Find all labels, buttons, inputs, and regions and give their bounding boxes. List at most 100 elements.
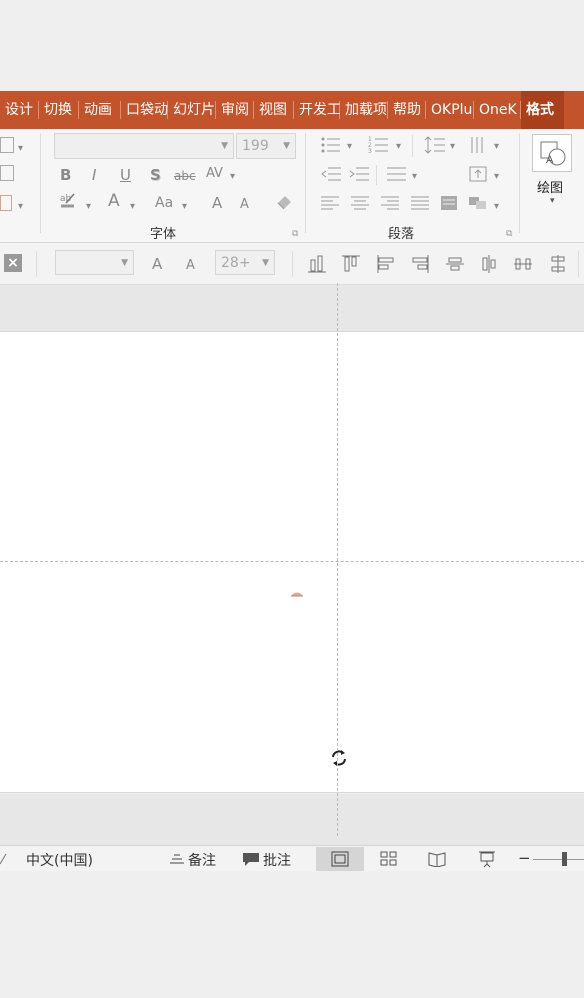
chevron-down-icon[interactable]: ▾ <box>494 137 499 157</box>
divider <box>36 251 37 277</box>
divider <box>578 251 579 277</box>
divider <box>376 165 377 185</box>
align-left-objects-icon[interactable] <box>376 254 396 274</box>
numbering-icon[interactable]: 123 <box>368 135 390 155</box>
chevron-down-icon[interactable]: ▾ <box>182 197 187 217</box>
align-middle-icon[interactable] <box>445 254 465 274</box>
vertical-guide[interactable] <box>337 283 338 836</box>
normal-view-button[interactable] <box>316 847 364 871</box>
chevron-down-icon[interactable]: ▾ <box>494 167 499 187</box>
strikethrough-button[interactable]: abc <box>174 166 196 186</box>
align-right-icon[interactable] <box>380 195 400 211</box>
shadow-button[interactable]: S <box>150 165 161 185</box>
clear-formatting-icon[interactable] <box>274 193 294 211</box>
chevron-down-icon: ▼ <box>121 258 128 268</box>
reading-view-icon[interactable] <box>428 851 446 867</box>
tab-slideshow[interactable]: 幻灯片 <box>168 91 216 129</box>
normal-view-icon <box>331 851 349 867</box>
shrink-font-button[interactable]: A <box>240 195 249 215</box>
paste-icon[interactable] <box>0 137 14 153</box>
justify-icon[interactable] <box>410 195 430 211</box>
tab-review[interactable]: 审阅 <box>216 91 254 129</box>
increase-indent-icon[interactable] <box>348 165 370 183</box>
bullets-icon[interactable] <box>320 135 342 155</box>
tab-developer[interactable]: 开发工 <box>294 91 340 129</box>
tab-add-ins[interactable]: 加载项 <box>340 91 388 129</box>
line-spacing-icon[interactable] <box>424 135 446 155</box>
zoom-out-button[interactable]: − <box>518 849 531 867</box>
columns-icon[interactable] <box>386 165 408 183</box>
tab-transitions[interactable]: 切换 <box>39 91 79 129</box>
character-spacing-button[interactable]: AV <box>206 164 223 184</box>
tab-onekey[interactable]: OneK <box>474 91 521 129</box>
change-case-button[interactable]: Aa <box>155 193 173 213</box>
decrease-indent-icon[interactable] <box>320 165 342 183</box>
dialog-launcher-icon[interactable]: ⧉ <box>506 229 512 239</box>
chevron-down-icon[interactable]: ▾ <box>412 167 417 187</box>
distributed-icon[interactable] <box>440 195 458 211</box>
bold-button[interactable]: B <box>60 165 71 185</box>
align-top-icon[interactable] <box>341 254 361 274</box>
close-icon[interactable]: × <box>4 254 22 272</box>
format-painter-icon[interactable] <box>0 195 12 211</box>
text-direction-icon[interactable] <box>468 135 488 155</box>
distribute-horizontal-icon[interactable] <box>513 254 533 274</box>
toolbar-grow-font-button[interactable]: A <box>152 254 162 274</box>
align-text-icon[interactable] <box>468 165 488 183</box>
align-center-icon[interactable] <box>350 195 370 211</box>
tab-format[interactable]: 格式 <box>521 91 564 129</box>
italic-button[interactable]: I <box>92 165 96 185</box>
tab-help[interactable]: 帮助 <box>388 91 426 129</box>
highlight-icon[interactable]: ab <box>58 191 78 209</box>
slide-canvas[interactable] <box>0 331 584 793</box>
zoom-slider-track[interactable] <box>533 859 584 860</box>
divider <box>292 251 293 277</box>
accessibility-icon[interactable] <box>0 852 8 866</box>
toolbar-font-combo[interactable]: ▼ <box>55 250 134 275</box>
copy-icon[interactable] <box>0 165 14 181</box>
font-name-combo[interactable]: ▼ <box>54 133 234 159</box>
language-indicator[interactable]: 中文(中国) <box>26 850 93 870</box>
underline-button[interactable]: U <box>120 165 131 185</box>
smartart-icon[interactable] <box>468 195 488 211</box>
slide-sorter-icon[interactable] <box>380 851 398 867</box>
drawing-button[interactable]: A <box>532 134 572 172</box>
distribute-vertical-icon[interactable] <box>548 254 568 274</box>
chevron-down-icon[interactable]: ▾ <box>230 167 235 187</box>
slideshow-icon[interactable] <box>478 850 496 868</box>
align-left-icon[interactable] <box>320 195 340 211</box>
notes-button[interactable]: 备注 <box>188 850 216 870</box>
tab-animations[interactable]: 动画 <box>79 91 121 129</box>
toolbar-shrink-font-button[interactable]: A <box>186 256 195 276</box>
tab-okplus[interactable]: OKPlu <box>426 91 474 129</box>
zoom-slider-thumb[interactable] <box>562 852 567 866</box>
tab-view[interactable]: 视图 <box>254 91 294 129</box>
rotate-cursor-icon <box>332 750 346 766</box>
paragraph-group-label: 段落 <box>388 227 415 242</box>
font-color-button[interactable]: A <box>108 191 120 211</box>
horizontal-guide[interactable] <box>0 561 584 562</box>
chevron-down-icon[interactable]: ▾ <box>494 197 499 217</box>
tab-pocket-animation[interactable]: 口袋动 <box>121 91 168 129</box>
chevron-down-icon[interactable]: ▾ <box>18 139 23 159</box>
chevron-down-icon[interactable]: ▾ <box>130 197 135 217</box>
align-center-objects-icon[interactable] <box>479 254 499 274</box>
chevron-down-icon[interactable]: ▾ <box>347 137 352 157</box>
chevron-down-icon[interactable]: ▾ <box>86 197 91 217</box>
chevron-down-icon[interactable]: ▾ <box>396 137 401 157</box>
grow-font-button[interactable]: A <box>212 193 222 213</box>
divider <box>412 135 413 157</box>
toolbar-size-combo[interactable]: 28+ ▼ <box>215 250 275 275</box>
align-right-objects-icon[interactable] <box>410 254 430 274</box>
comments-button[interactable]: 批注 <box>263 850 291 870</box>
font-group-label: 字体 <box>150 227 177 242</box>
tab-design[interactable]: 设计 <box>0 91 39 129</box>
font-size-combo[interactable]: 199 ▼ <box>236 133 296 159</box>
dialog-launcher-icon[interactable]: ⧉ <box>292 229 298 239</box>
comments-icon <box>243 853 259 866</box>
svg-text:3: 3 <box>368 148 372 155</box>
chevron-down-icon[interactable]: ▾ <box>450 137 455 157</box>
chevron-down-icon[interactable]: ▾ <box>18 197 23 217</box>
chevron-down-icon[interactable]: ▾ <box>550 196 555 206</box>
align-bottom-icon[interactable] <box>307 254 327 274</box>
